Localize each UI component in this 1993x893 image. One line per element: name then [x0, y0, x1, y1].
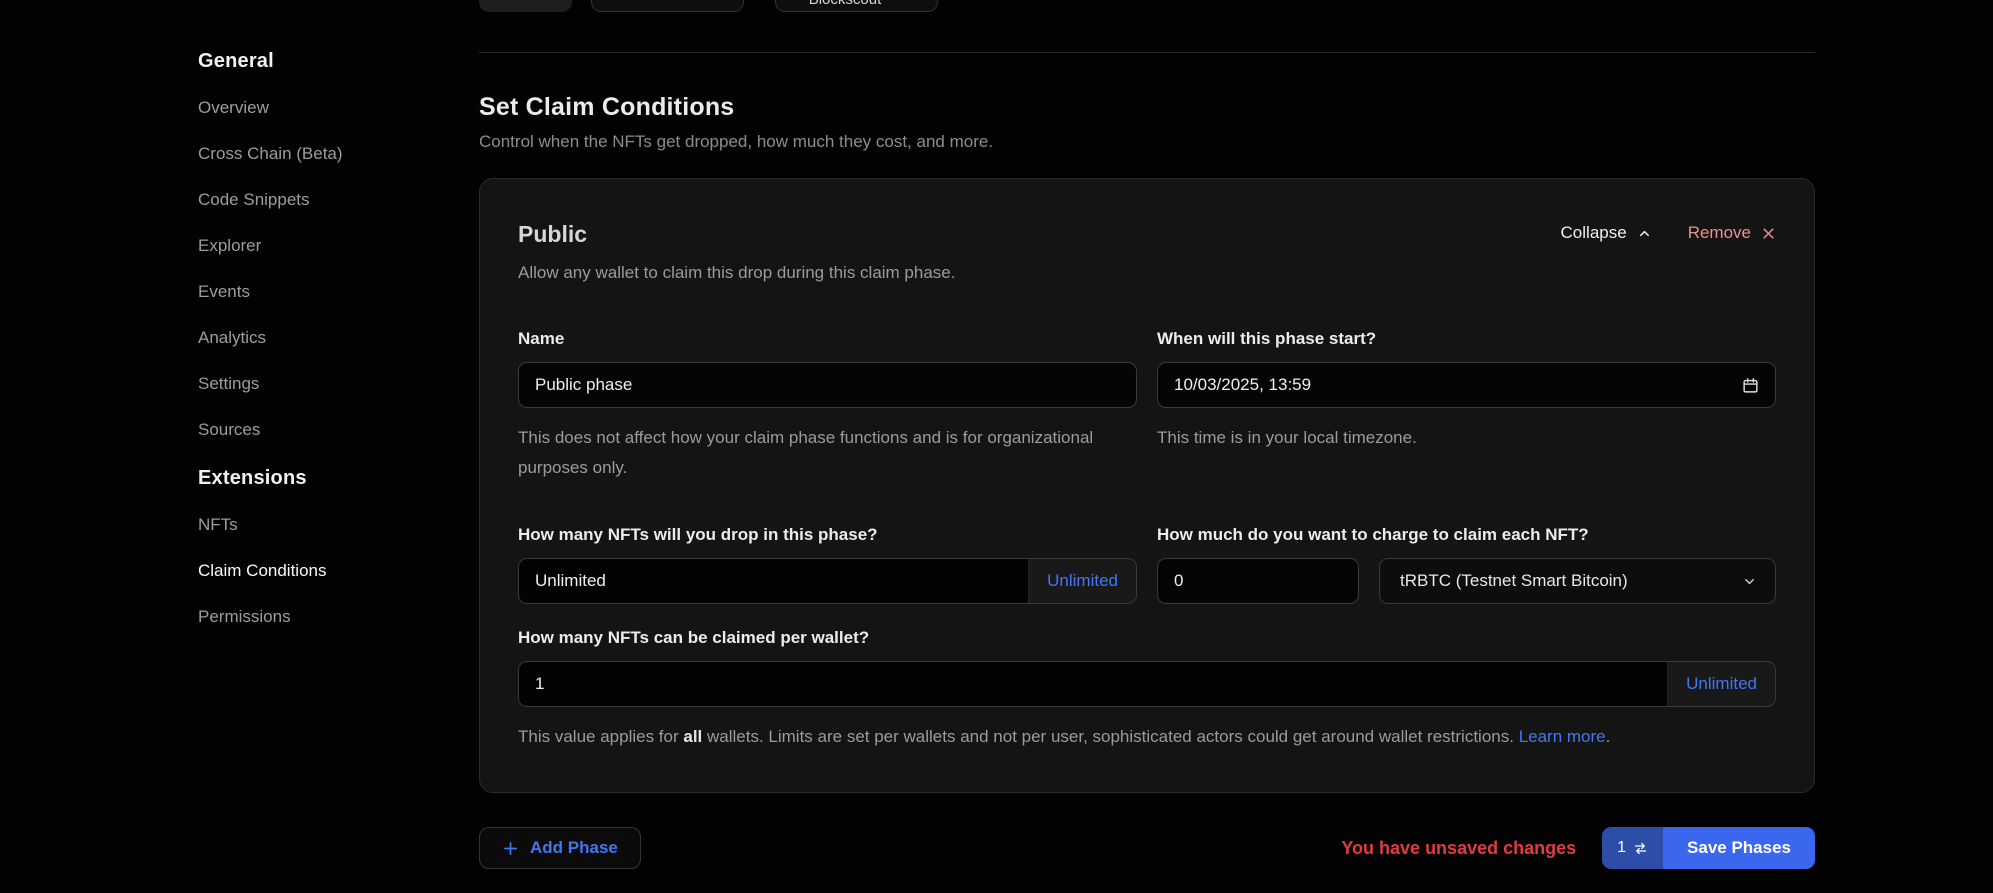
block-explorer-button[interactable]: Rootstock Blockscout [775, 0, 938, 12]
price-label: How much do you want to charge to claim … [1157, 525, 1776, 545]
currency-select[interactable]: tRBTC (Testnet Smart Bitcoin) [1379, 558, 1776, 604]
sidebar-item-claim-conditions[interactable]: Claim Conditions [198, 562, 479, 580]
per-wallet-input-group: Unlimited [518, 661, 1776, 707]
start-label: When will this phase start? [1157, 329, 1776, 349]
supply-input-group: Unlimited [518, 558, 1137, 604]
price-field: How much do you want to charge to claim … [1157, 525, 1776, 604]
name-input[interactable] [518, 362, 1137, 408]
phase-card-header: Public Allow any wallet to claim this dr… [518, 221, 1776, 283]
per-wallet-helper-end: . [1606, 727, 1611, 746]
collapse-label: Collapse [1561, 223, 1627, 243]
sidebar: General Overview Cross Chain (Beta) Code… [0, 0, 479, 893]
start-date-input[interactable]: 10/03/2025, 13:59 [1157, 362, 1776, 408]
per-wallet-helper-prefix: This value applies for [518, 727, 683, 746]
sidebar-heading-extensions: Extensions [198, 467, 479, 490]
phase-count-button[interactable]: 1 [1602, 827, 1663, 869]
add-phase-button[interactable]: Add Phase [479, 827, 641, 869]
start-field: When will this phase start? 10/03/2025, … [1157, 329, 1776, 483]
save-phases-button[interactable]: Save Phases [1663, 827, 1815, 869]
sidebar-item-permissions[interactable]: Permissions [198, 608, 479, 626]
calendar-icon [1742, 377, 1759, 394]
block-explorer-label: Rootstock Blockscout [790, 0, 900, 8]
remove-button[interactable]: Remove [1688, 223, 1776, 243]
page: General Overview Cross Chain (Beta) Code… [0, 0, 1993, 893]
phase-card-actions: Collapse Remove [1561, 223, 1776, 243]
phase-card: Public Allow any wallet to claim this dr… [479, 178, 1815, 793]
supply-unlimited-button[interactable]: Unlimited [1028, 559, 1136, 603]
close-icon [1761, 226, 1776, 241]
name-field: Name This does not affect how your claim… [518, 329, 1137, 483]
name-helper: This does not affect how your claim phas… [518, 423, 1137, 483]
main-content: 0xcDc...740e9 Rootstock Blockscout Set C… [479, 0, 1815, 893]
sidebar-item-code-snippets[interactable]: Code Snippets [198, 191, 479, 209]
add-phase-label: Add Phase [530, 838, 618, 858]
page-header: Set Claim Conditions Control when the NF… [479, 93, 1815, 152]
page-subtitle: Control when the NFTs get dropped, how m… [479, 132, 1815, 152]
remove-label: Remove [1688, 223, 1751, 243]
sidebar-item-nfts[interactable]: NFTs [198, 516, 479, 534]
collapse-button[interactable]: Collapse [1561, 223, 1652, 243]
start-date-value: 10/03/2025, 13:59 [1174, 375, 1311, 395]
per-wallet-input[interactable] [519, 662, 1667, 706]
save-split-button: 1 Save Phases [1602, 827, 1815, 869]
supply-label: How many NFTs will you drop in this phas… [518, 525, 1137, 545]
currency-value: tRBTC (Testnet Smart Bitcoin) [1400, 571, 1628, 591]
supply-field: How many NFTs will you drop in this phas… [518, 525, 1137, 604]
phases-footer: Add Phase You have unsaved changes 1 Sav… [479, 827, 1815, 869]
sidebar-item-settings[interactable]: Settings [198, 375, 479, 393]
contract-address-button[interactable]: 0xcDc...740e9 [591, 0, 744, 12]
per-wallet-field: How many NFTs can be claimed per wallet?… [518, 628, 1776, 752]
phase-description: Allow any wallet to claim this drop duri… [518, 263, 955, 283]
save-area: You have unsaved changes 1 Save Phases [1341, 827, 1815, 869]
per-wallet-helper-suffix: wallets. Limits are set per wallets and … [702, 727, 1518, 746]
price-input[interactable] [1157, 558, 1359, 604]
contract-tab-button[interactable] [479, 0, 572, 12]
sidebar-item-sources[interactable]: Sources [198, 421, 479, 439]
sidebar-item-analytics[interactable]: Analytics [198, 329, 479, 347]
sidebar-item-cross-chain[interactable]: Cross Chain (Beta) [198, 145, 479, 163]
per-wallet-unlimited-button[interactable]: Unlimited [1667, 662, 1775, 706]
contract-topbar: 0xcDc...740e9 Rootstock Blockscout [479, 0, 1815, 53]
start-helper: This time is in your local timezone. [1157, 423, 1776, 453]
phase-title: Public [518, 221, 955, 248]
per-wallet-label: How many NFTs can be claimed per wallet? [518, 628, 1776, 648]
per-wallet-helper: This value applies for all wallets. Limi… [518, 722, 1776, 752]
sidebar-item-overview[interactable]: Overview [198, 99, 479, 117]
price-row: tRBTC (Testnet Smart Bitcoin) [1157, 558, 1776, 604]
sidebar-heading-general: General [198, 50, 479, 73]
plus-icon [502, 840, 519, 857]
sidebar-section-extensions: Extensions NFTs Claim Conditions Permiss… [198, 467, 479, 626]
phase-count-value: 1 [1617, 839, 1626, 857]
sidebar-item-events[interactable]: Events [198, 283, 479, 301]
page-title: Set Claim Conditions [479, 93, 1815, 122]
phase-form: Name This does not affect how your claim… [518, 329, 1776, 752]
per-wallet-helper-bold: all [683, 727, 702, 746]
name-label: Name [518, 329, 1137, 349]
unsaved-changes-message: You have unsaved changes [1341, 838, 1576, 859]
phase-card-titles: Public Allow any wallet to claim this dr… [518, 221, 955, 283]
chevron-down-icon [1742, 574, 1757, 589]
swap-arrows-icon [1633, 841, 1648, 856]
chevron-up-icon [1637, 226, 1652, 241]
sidebar-section-general: General Overview Cross Chain (Beta) Code… [198, 50, 479, 439]
learn-more-link[interactable]: Learn more [1519, 727, 1606, 746]
sidebar-item-explorer[interactable]: Explorer [198, 237, 479, 255]
supply-input[interactable] [519, 559, 1028, 603]
